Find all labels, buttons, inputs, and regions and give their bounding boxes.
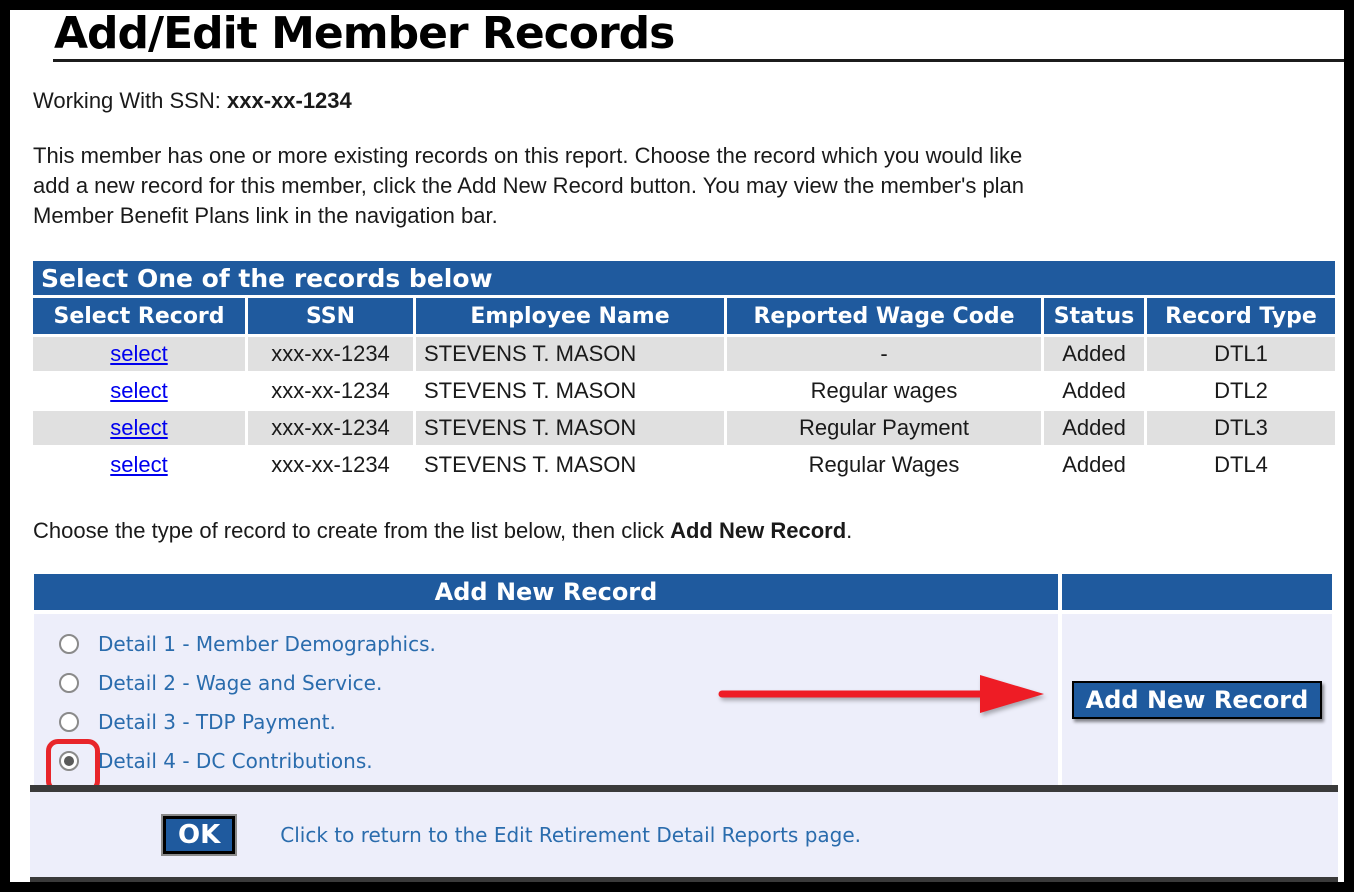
records-table-banner: Select One of the records below — [33, 261, 1335, 295]
wage-code-cell: - — [727, 337, 1041, 371]
choose-instruction-bold: Add New Record — [670, 518, 846, 543]
select-record-link-dtl3[interactable]: select — [110, 415, 167, 440]
record-type-cell: DTL3 — [1147, 411, 1335, 445]
intro-paragraph: This member has one or more existing rec… — [33, 141, 1024, 231]
footer-band: OK Click to return to the Edit Retiremen… — [30, 785, 1338, 884]
intro-line-2: add a new record for this member, click … — [33, 171, 1024, 201]
ssn-cell: xxx-xx-1234 — [248, 337, 413, 371]
choose-instruction-period: . — [846, 518, 852, 543]
record-type-cell: DTL4 — [1147, 448, 1335, 482]
radio-detail-1[interactable] — [52, 624, 86, 663]
choose-instruction-text: Choose the type of record to create from… — [33, 518, 670, 543]
option-label-detail-2: Detail 2 - Wage and Service. — [98, 671, 382, 695]
table-row: select xxx-xx-1234 STEVENS T. MASON - Ad… — [33, 337, 1335, 371]
ssn-cell: xxx-xx-1234 — [248, 411, 413, 445]
working-with-ssn: Working With SSN: xxx-xx-1234 — [33, 88, 352, 114]
option-row-detail-3: Detail 3 - TDP Payment. — [52, 702, 1058, 741]
radio-detail-2[interactable] — [52, 663, 86, 702]
table-row: select xxx-xx-1234 STEVENS T. MASON Regu… — [33, 374, 1335, 408]
intro-line-1: This member has one or more existing rec… — [33, 141, 1024, 171]
status-cell: Added — [1044, 337, 1144, 371]
column-header-reported-wage-code: Reported Wage Code — [727, 298, 1041, 334]
record-type-cell: DTL1 — [1147, 337, 1335, 371]
radio-circle-icon — [59, 634, 79, 654]
column-header-select-record: Select Record — [33, 298, 245, 334]
option-label-detail-3: Detail 3 - TDP Payment. — [98, 710, 336, 734]
option-row-detail-2: Detail 2 - Wage and Service. — [52, 663, 1058, 702]
select-record-link-dtl4[interactable]: select — [110, 452, 167, 477]
records-table: Select One of the records below Select R… — [30, 258, 1338, 485]
working-with-label: Working With SSN: — [33, 88, 227, 113]
records-table-body: select xxx-xx-1234 STEVENS T. MASON - Ad… — [33, 337, 1335, 482]
panel-side-cell: Add New Record — [1062, 614, 1332, 786]
panel-body-row: Detail 1 - Member Demographics. Detail 2… — [34, 614, 1332, 786]
radio-circle-icon — [59, 673, 79, 693]
panel-header: Add New Record — [34, 574, 1058, 610]
column-header-ssn: SSN — [248, 298, 413, 334]
table-row: select xxx-xx-1234 STEVENS T. MASON Regu… — [33, 411, 1335, 445]
wage-code-cell: Regular Payment — [727, 411, 1041, 445]
employee-name-cell: STEVENS T. MASON — [416, 448, 724, 482]
column-header-employee-name: Employee Name — [416, 298, 724, 334]
record-type-cell: DTL2 — [1147, 374, 1335, 408]
status-cell: Added — [1044, 411, 1144, 445]
status-cell: Added — [1044, 448, 1144, 482]
option-row-detail-1: Detail 1 - Member Demographics. — [52, 624, 1058, 663]
panel-header-side — [1062, 574, 1332, 610]
ok-button[interactable]: OK — [163, 816, 235, 854]
employee-name-cell: STEVENS T. MASON — [416, 337, 724, 371]
working-with-value: xxx-xx-1234 — [227, 88, 352, 113]
records-table-banner-row: Select One of the records below — [33, 261, 1335, 295]
record-type-options: Detail 1 - Member Demographics. Detail 2… — [34, 614, 1058, 786]
radio-detail-4[interactable] — [52, 741, 86, 780]
table-row: select xxx-xx-1234 STEVENS T. MASON Regu… — [33, 448, 1335, 482]
ok-description: Click to return to the Edit Retirement D… — [280, 823, 861, 847]
title-underline — [53, 59, 1344, 62]
records-table-header-row: Select Record SSN Employee Name Reported… — [33, 298, 1335, 334]
employee-name-cell: STEVENS T. MASON — [416, 374, 724, 408]
option-row-detail-4: Detail 4 - DC Contributions. — [52, 741, 1058, 780]
column-header-status: Status — [1044, 298, 1144, 334]
select-record-link-dtl2[interactable]: select — [110, 378, 167, 403]
add-new-record-panel: Add New Record Detail 1 - Member Demogra… — [30, 570, 1336, 790]
status-cell: Added — [1044, 374, 1144, 408]
ssn-cell: xxx-xx-1234 — [248, 374, 413, 408]
option-label-detail-4: Detail 4 - DC Contributions. — [98, 749, 373, 773]
ssn-cell: xxx-xx-1234 — [248, 448, 413, 482]
radio-circle-icon — [59, 712, 79, 732]
page: Add/Edit Member Records Working With SSN… — [0, 0, 1354, 892]
choose-record-instruction: Choose the type of record to create from… — [33, 518, 852, 544]
radio-circle-icon — [59, 751, 79, 771]
intro-line-3: Member Benefit Plans link in the navigat… — [33, 201, 1024, 231]
panel-header-row: Add New Record — [34, 574, 1332, 610]
employee-name-cell: STEVENS T. MASON — [416, 411, 724, 445]
option-label-detail-1: Detail 1 - Member Demographics. — [98, 632, 436, 656]
wage-code-cell: Regular Wages — [727, 448, 1041, 482]
column-header-record-type: Record Type — [1147, 298, 1335, 334]
wage-code-cell: Regular wages — [727, 374, 1041, 408]
page-title: Add/Edit Member Records — [54, 8, 674, 59]
add-new-record-button[interactable]: Add New Record — [1072, 681, 1323, 719]
select-record-link-dtl1[interactable]: select — [110, 341, 167, 366]
radio-detail-3[interactable] — [52, 702, 86, 741]
